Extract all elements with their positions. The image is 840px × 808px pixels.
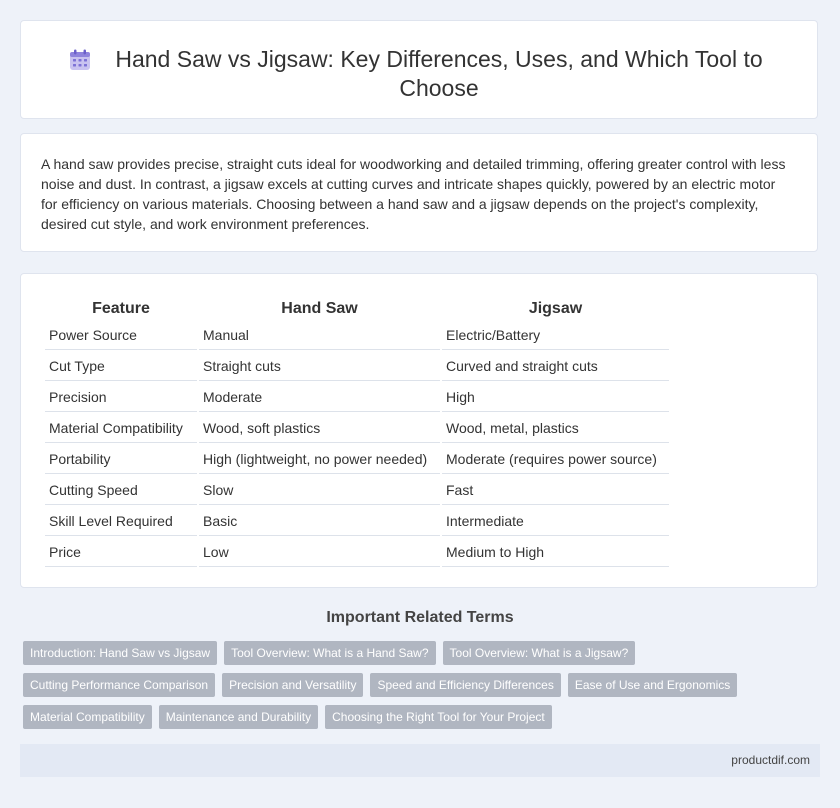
table-cell: Cutting Speed xyxy=(45,476,197,505)
table-row: Material Compatibility Wood, soft plasti… xyxy=(45,414,669,443)
table-cell: High (lightweight, no power needed) xyxy=(199,445,440,474)
tag-row: Cutting Performance Comparison Precision… xyxy=(23,673,803,697)
tag-link[interactable]: Maintenance and Durability xyxy=(158,705,319,729)
table-cell: Cut Type xyxy=(45,352,197,381)
page-title: Hand Saw vs Jigsaw: Key Differences, Use… xyxy=(115,46,763,101)
related-terms-list: Introduction: Hand Saw vs Jigsaw Tool Ov… xyxy=(23,641,803,737)
table-cell: Electric/Battery xyxy=(442,321,669,350)
table-cell: Curved and straight cuts xyxy=(442,352,669,381)
footer-site-link[interactable]: productdif.com xyxy=(731,753,810,767)
header-card: Hand Saw vs Jigsaw: Key Differences, Use… xyxy=(20,20,818,119)
table-cell: Wood, metal, plastics xyxy=(442,414,669,443)
comparison-card: Feature Hand Saw Jigsaw Power Source Man… xyxy=(20,273,818,588)
column-header-jigsaw: Jigsaw xyxy=(528,300,583,317)
table-cell: Portability xyxy=(45,445,197,474)
intro-paragraph: A hand saw provides precise, straight cu… xyxy=(41,156,786,232)
table-row: Skill Level Required Basic Intermediate xyxy=(45,507,669,536)
intro-card: A hand saw provides precise, straight cu… xyxy=(20,133,818,252)
table-cell: Slow xyxy=(199,476,440,505)
table-cell: Low xyxy=(199,538,440,567)
table-cell: Intermediate xyxy=(442,507,669,536)
table-cell: Manual xyxy=(199,321,440,350)
table-row: Price Low Medium to High xyxy=(45,538,669,567)
table-row: Power Source Manual Electric/Battery xyxy=(45,321,669,350)
comparison-table: Feature Hand Saw Jigsaw Power Source Man… xyxy=(43,296,671,569)
table-cell: Power Source xyxy=(45,321,197,350)
tag-link[interactable]: Material Compatibility xyxy=(23,705,152,729)
tag-link[interactable]: Ease of Use and Ergonomics xyxy=(567,673,738,697)
table-cell: Fast xyxy=(442,476,669,505)
tag-row: Introduction: Hand Saw vs Jigsaw Tool Ov… xyxy=(23,641,803,665)
tag-link[interactable]: Speed and Efficiency Differences xyxy=(370,673,561,697)
table-row: Portability High (lightweight, no power … xyxy=(45,445,669,474)
table-row: Precision Moderate High xyxy=(45,383,669,412)
table-cell: Material Compatibility xyxy=(45,414,197,443)
related-terms-title: Important Related Terms xyxy=(326,609,514,626)
footer: productdif.com xyxy=(20,744,820,777)
table-cell: Straight cuts xyxy=(199,352,440,381)
table-header-row: Feature Hand Saw Jigsaw xyxy=(45,298,669,319)
column-header-hand-saw: Hand Saw xyxy=(281,300,358,317)
table-cell: Moderate (requires power source) xyxy=(442,445,669,474)
table-cell: Precision xyxy=(45,383,197,412)
table-cell: Wood, soft plastics xyxy=(199,414,440,443)
tag-row: Material Compatibility Maintenance and D… xyxy=(23,705,803,729)
tag-link[interactable]: Tool Overview: What is a Hand Saw? xyxy=(224,641,436,665)
table-cell: Basic xyxy=(199,507,440,536)
tag-link[interactable]: Introduction: Hand Saw vs Jigsaw xyxy=(23,641,218,665)
tag-link[interactable]: Choosing the Right Tool for Your Project xyxy=(325,705,552,729)
tag-link[interactable]: Precision and Versatility xyxy=(222,673,364,697)
table-row: Cut Type Straight cuts Curved and straig… xyxy=(45,352,669,381)
title-wrap: Hand Saw vs Jigsaw: Key Differences, Use… xyxy=(81,45,797,103)
table-cell: Skill Level Required xyxy=(45,507,197,536)
table-row: Cutting Speed Slow Fast xyxy=(45,476,669,505)
tag-link[interactable]: Tool Overview: What is a Jigsaw? xyxy=(442,641,636,665)
table-cell: Medium to High xyxy=(442,538,669,567)
tag-link[interactable]: Cutting Performance Comparison xyxy=(23,673,216,697)
table-cell: Price xyxy=(45,538,197,567)
column-header-feature: Feature xyxy=(92,300,150,317)
table-cell: High xyxy=(442,383,669,412)
table-cell: Moderate xyxy=(199,383,440,412)
